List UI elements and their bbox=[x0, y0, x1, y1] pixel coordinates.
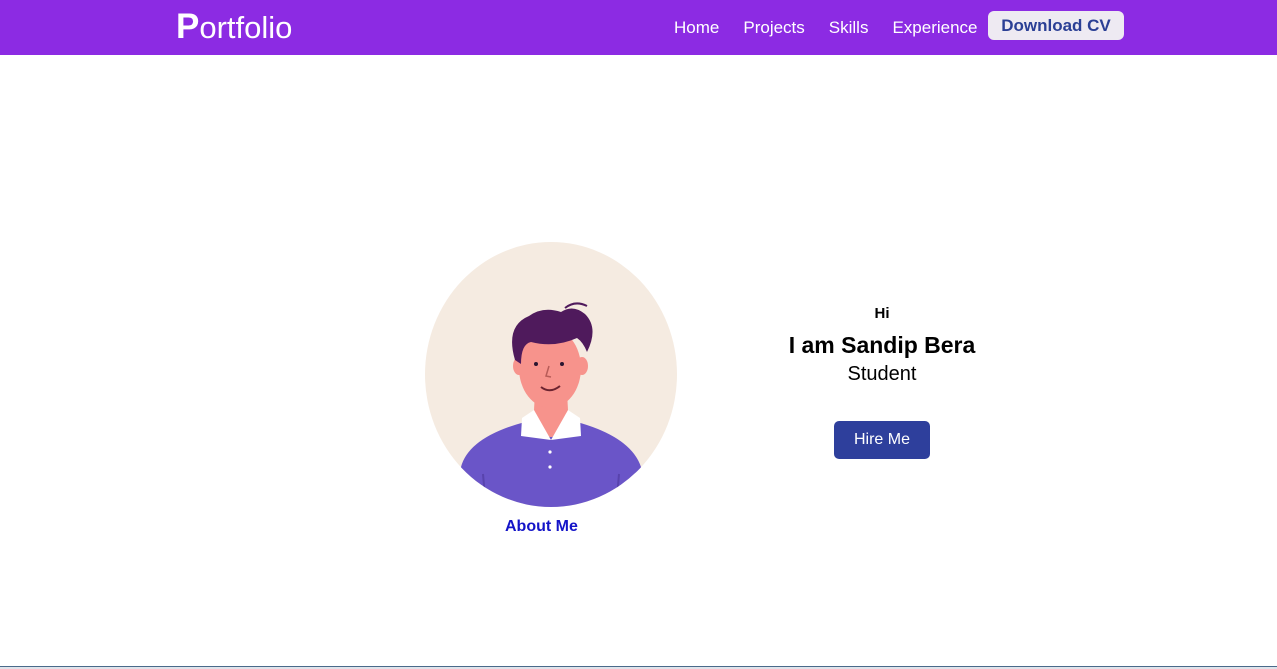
greeting-text: Hi bbox=[874, 305, 890, 322]
nav-link-experience[interactable]: Experience bbox=[892, 18, 977, 38]
about-me-link[interactable]: About Me bbox=[505, 518, 578, 536]
person-illustration-icon bbox=[461, 302, 641, 507]
navbar: Portfolio Home Projects Skills Experienc… bbox=[0, 0, 1277, 55]
download-cv-button[interactable]: Download CV bbox=[988, 11, 1124, 40]
name-heading: I am Sandip Bera bbox=[788, 332, 976, 358]
nav-link-skills[interactable]: Skills bbox=[829, 18, 869, 38]
role-text: Student bbox=[847, 363, 917, 385]
nav-link-projects[interactable]: Projects bbox=[743, 18, 804, 38]
brand-logo[interactable]: Portfolio bbox=[176, 7, 292, 48]
avatar bbox=[425, 242, 677, 507]
nav-links: Home Projects Skills Experience bbox=[674, 0, 1002, 55]
intro-section: Hi I am Sandip Bera Student bbox=[762, 304, 1002, 386]
hire-me-button[interactable]: Hire Me bbox=[834, 421, 930, 459]
nav-link-home[interactable]: Home bbox=[674, 18, 719, 38]
